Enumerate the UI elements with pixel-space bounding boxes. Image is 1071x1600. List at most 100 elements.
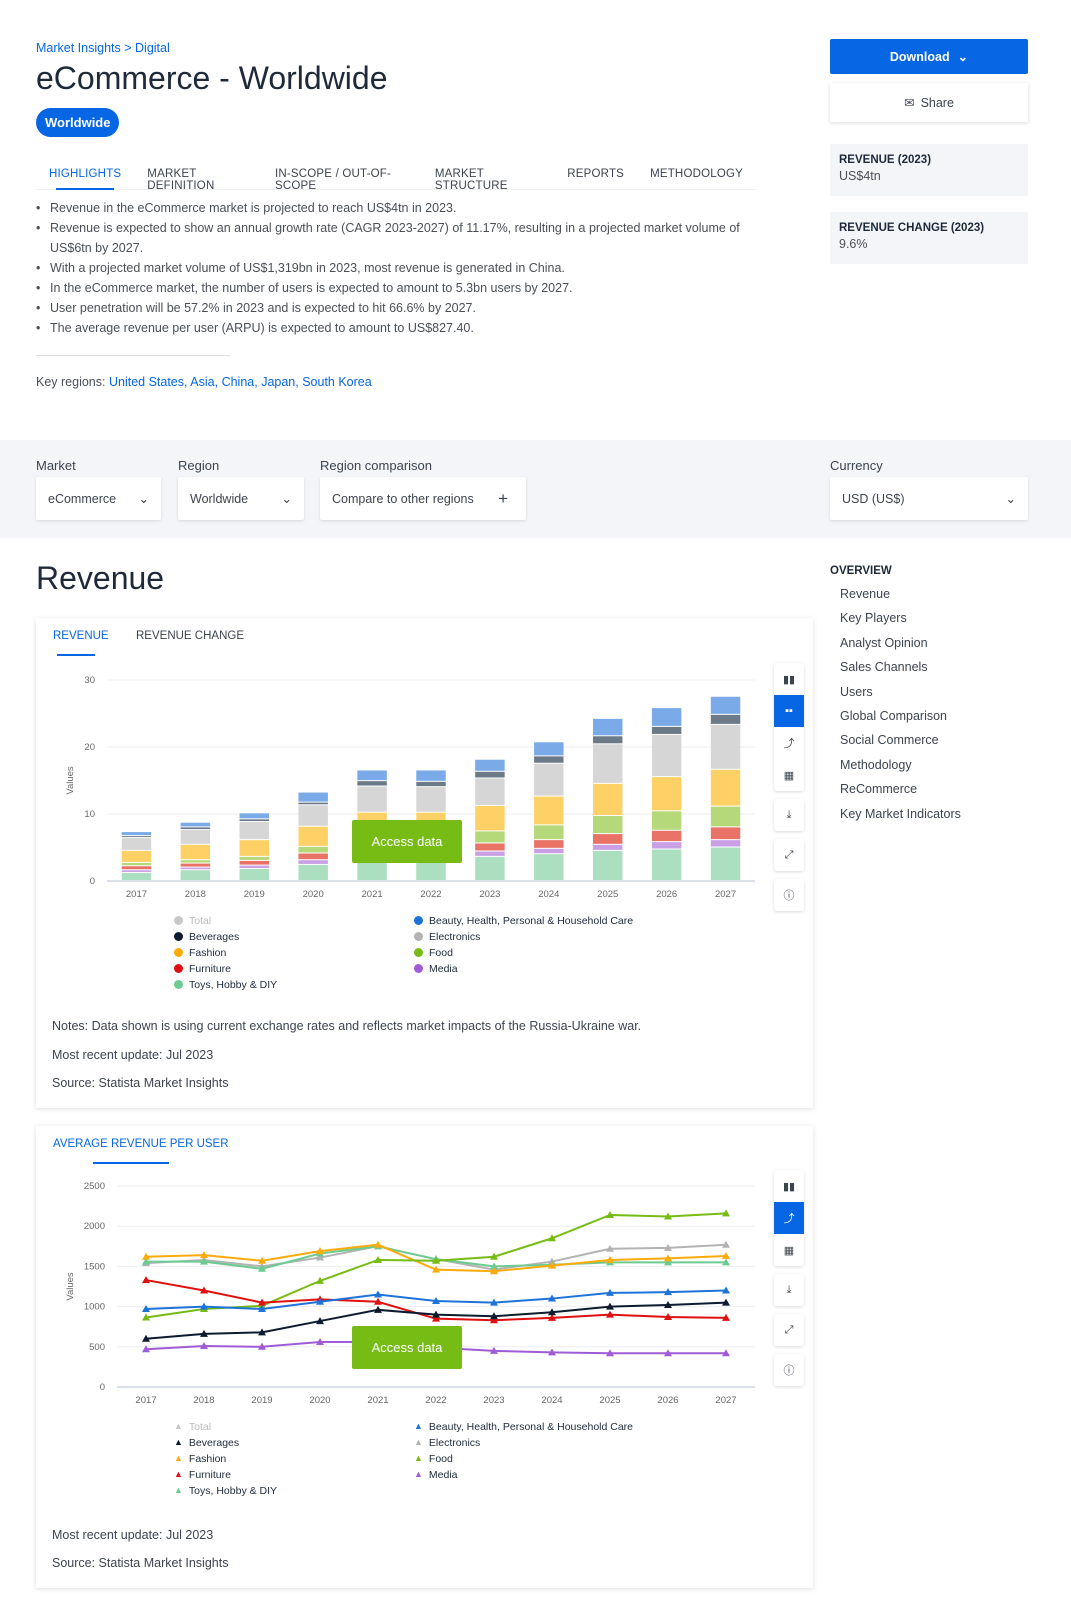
- tab-in-scope[interactable]: IN-SCOPE / OUT-OF-SCOPE: [262, 162, 422, 192]
- y-tick-label: 2500: [84, 1181, 105, 1192]
- x-tick-label: 2018: [185, 889, 206, 900]
- breadcrumb: Market Insights > Digital: [36, 41, 170, 55]
- bar-segment: [593, 844, 623, 850]
- bar-segment: [534, 742, 564, 756]
- legend-label: Media: [429, 962, 458, 975]
- bar-chart-icon[interactable]: ▮▮: [774, 663, 804, 695]
- bar-segment: [121, 872, 152, 880]
- legend-item[interactable]: Beverages: [174, 929, 414, 944]
- legend-item[interactable]: Media: [414, 961, 654, 976]
- overview-link[interactable]: Key Market Indicators: [840, 807, 961, 821]
- legend-marker: ▲: [174, 1437, 183, 1447]
- overview-link[interactable]: Analyst Opinion: [840, 636, 928, 650]
- region-link[interactable]: China: [222, 375, 255, 389]
- legend-item[interactable]: ▲ Furniture: [174, 1467, 414, 1482]
- tab-highlights[interactable]: HIGHLIGHTS: [36, 162, 134, 190]
- expand-icon[interactable]: ⤢: [774, 839, 804, 871]
- access-data-button[interactable]: Access data: [352, 1326, 462, 1369]
- table-icon[interactable]: ▦: [774, 1234, 804, 1266]
- bar-segment: [710, 769, 741, 806]
- overview-link[interactable]: Social Commerce: [840, 733, 939, 747]
- legend-item[interactable]: ▲ Fashion: [174, 1451, 414, 1466]
- currency-select[interactable]: USD (US$) ⌄: [830, 477, 1028, 520]
- legend-label: Beverages: [189, 930, 240, 943]
- bar-segment: [239, 868, 269, 880]
- compare-regions-button[interactable]: Compare to other regions +: [320, 477, 526, 520]
- overview-link[interactable]: Key Players: [840, 611, 907, 625]
- legend-label: Furniture: [188, 1468, 231, 1481]
- stacked-bar-icon[interactable]: ▪▪: [774, 695, 804, 727]
- info-icon[interactable]: ⓘ: [774, 1354, 804, 1386]
- share-button[interactable]: ✉ Share: [830, 83, 1028, 122]
- info-icon[interactable]: ⓘ: [774, 879, 804, 911]
- legend-item[interactable]: Fashion: [174, 945, 414, 960]
- bar-segment: [121, 832, 152, 836]
- overview-link[interactable]: Methodology: [840, 758, 912, 772]
- section-title: Revenue: [36, 560, 165, 596]
- overview-link[interactable]: Users: [840, 685, 873, 699]
- legend-label: Total: [189, 914, 212, 927]
- legend-item[interactable]: ▲ Total: [174, 1419, 414, 1434]
- tab-market-structure[interactable]: MARKET STRUCTURE: [422, 162, 554, 192]
- arpu-chart-card: AVERAGE REVENUE PER USER 0 500 1000 1500 200…: [36, 1126, 813, 1588]
- x-tick-label: 2026: [657, 1395, 678, 1406]
- legend-item[interactable]: ▲ Media: [414, 1467, 654, 1482]
- x-tick-label: 2020: [303, 889, 324, 900]
- kpi-label: REVENUE CHANGE (2023): [839, 222, 985, 234]
- region-link[interactable]: South Korea: [302, 375, 372, 389]
- legend-item[interactable]: ▲ Food: [414, 1451, 654, 1466]
- legend-marker: [414, 916, 423, 925]
- overview-link[interactable]: ReCommerce: [840, 782, 917, 796]
- legend-item[interactable]: Total: [174, 913, 414, 928]
- legend-item[interactable]: Toys, Hobby & DIY: [174, 977, 414, 992]
- bar-chart-icon[interactable]: ▮▮: [774, 1170, 804, 1202]
- bar-segment: [298, 792, 328, 802]
- legend-item[interactable]: Furniture: [174, 961, 414, 976]
- highlight-tabs: HIGHLIGHTS MARKET DEFINITION IN-SCOPE / …: [36, 162, 756, 192]
- access-data-button[interactable]: Access data: [352, 820, 462, 863]
- breadcrumb-market-insights[interactable]: Market Insights: [36, 41, 121, 55]
- download-icon[interactable]: ⤓: [774, 799, 804, 831]
- legend-item[interactable]: ▲ Toys, Hobby & DIY: [174, 1483, 414, 1498]
- download-label: Download: [889, 49, 950, 64]
- region-link[interactable]: United States: [109, 375, 184, 389]
- overview-link[interactable]: Sales Channels: [840, 660, 928, 674]
- source: Source: Statista Market Insights: [52, 1556, 229, 1570]
- tab-methodology[interactable]: METHODOLOGY: [637, 162, 756, 189]
- tab-reports[interactable]: REPORTS: [554, 162, 637, 189]
- bar-segment: [710, 806, 741, 827]
- market-select[interactable]: eCommerce ⌄: [36, 477, 161, 520]
- region-select[interactable]: Worldwide ⌄: [178, 477, 304, 520]
- region-link[interactable]: Japan: [261, 375, 295, 389]
- legend-item[interactable]: ▲ Beauty, Health, Personal & Household Ca…: [414, 1419, 654, 1434]
- table-icon[interactable]: ▦: [774, 759, 804, 791]
- bar-segment: [710, 840, 741, 847]
- bar-segment: [180, 822, 211, 827]
- region-chip[interactable]: Worldwide: [36, 108, 120, 137]
- line-chart-icon[interactable]: ⤴: [774, 727, 804, 759]
- legend-item[interactable]: Electronics: [414, 929, 654, 944]
- legend-label: Fashion: [188, 1452, 227, 1465]
- overview-link[interactable]: Global Comparison: [840, 709, 947, 723]
- legend-item[interactable]: ▲ Beverages: [174, 1435, 414, 1450]
- legend-marker: ▲: [414, 1421, 423, 1431]
- download-button[interactable]: Download ⌄: [830, 39, 1028, 74]
- expand-icon[interactable]: ⤢: [774, 1314, 804, 1346]
- x-tick-label: 2024: [538, 889, 559, 900]
- y-tick-label: 0: [90, 876, 95, 887]
- overview-link[interactable]: Revenue: [840, 587, 890, 601]
- bar-segment: [180, 870, 211, 880]
- legend-item[interactable]: Beauty, Health, Personal & Household Car…: [414, 913, 654, 928]
- region-link[interactable]: Asia: [190, 375, 214, 389]
- legend-label: Electronics: [429, 930, 481, 943]
- bar-segment: [239, 822, 269, 840]
- breadcrumb-digital[interactable]: Digital: [135, 41, 170, 55]
- download-icon[interactable]: ⤓: [774, 1274, 804, 1306]
- legend-item[interactable]: Food: [414, 945, 654, 960]
- line-chart-icon[interactable]: ⤴: [774, 1202, 804, 1234]
- bar-segment: [180, 830, 211, 844]
- legend-item[interactable]: ▲ Electronics: [414, 1435, 654, 1450]
- tab-market-definition[interactable]: MARKET DEFINITION: [134, 162, 262, 192]
- bar-segment: [475, 805, 505, 831]
- bar-segment: [121, 862, 152, 866]
